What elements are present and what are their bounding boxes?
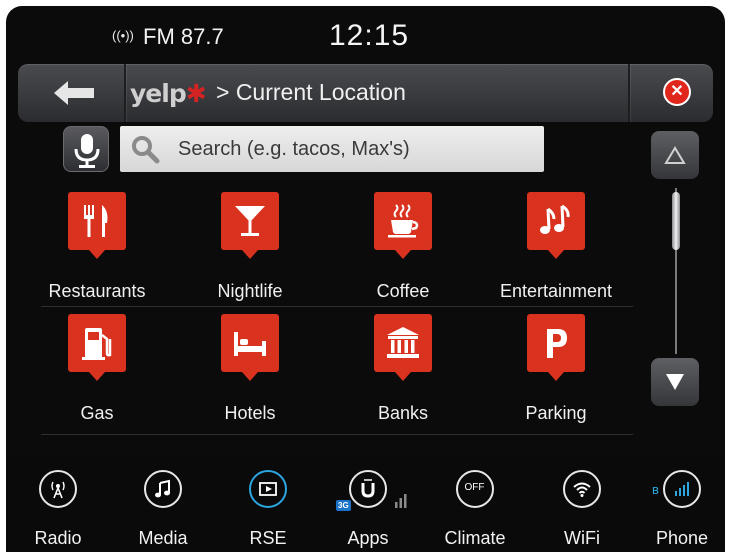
- title-divider: [124, 64, 126, 122]
- cocktail-icon: [235, 206, 265, 236]
- signal-bars-icon: [395, 494, 407, 508]
- antenna-icon: ((•)): [112, 28, 134, 43]
- wifi-icon: [563, 470, 601, 508]
- search-input[interactable]: Search (e.g. tacos, Max's): [120, 126, 544, 172]
- infotainment-screen: ((•)) FM 87.7 12:15 yelp✱ > Current Loca…: [6, 6, 725, 552]
- voice-search-button[interactable]: [63, 126, 109, 172]
- category-nightlife[interactable]: Nightlife: [177, 192, 317, 304]
- dock-climate[interactable]: OFF Climate: [435, 470, 515, 550]
- category-label: Nightlife: [217, 281, 283, 301]
- phone-signal-icon: [663, 470, 701, 508]
- dock-label: Radio: [34, 528, 82, 548]
- yelp-logo: yelp✱: [130, 79, 207, 108]
- radio-icon: [39, 470, 77, 508]
- dock-wifi[interactable]: WiFi: [542, 470, 622, 550]
- triangle-up-icon: [664, 146, 686, 164]
- scrollbar-thumb[interactable]: [672, 192, 680, 250]
- category-tile: [374, 314, 432, 381]
- bottom-dock: Radio Media RSE 3G Apps OFF Climate WiFi…: [6, 458, 725, 552]
- parking-icon: [547, 329, 567, 358]
- dock-label: WiFi: [564, 528, 600, 548]
- gas-pump-icon: [82, 328, 112, 360]
- category-parking[interactable]: Parking: [483, 314, 623, 426]
- dock-media[interactable]: Media: [123, 470, 203, 550]
- microphone-icon: [74, 134, 100, 168]
- coffee-cup-icon: [388, 204, 419, 238]
- dock-label: Phone: [655, 528, 709, 548]
- close-button[interactable]: ✕: [645, 72, 705, 114]
- search-placeholder: Search (e.g. tacos, Max's): [178, 138, 410, 160]
- music-note-icon: [540, 204, 570, 234]
- category-label: Parking: [525, 403, 587, 423]
- fork-knife-icon: [84, 205, 108, 237]
- triangle-down-icon: [666, 374, 684, 390]
- radio-station-label[interactable]: FM 87.7: [143, 24, 224, 50]
- category-tile: [68, 314, 126, 381]
- category-label: Entertainment: [499, 281, 613, 301]
- category-tile: [68, 192, 126, 259]
- category-label: Banks: [377, 403, 429, 423]
- dock-radio[interactable]: Radio: [18, 470, 98, 550]
- title-divider: [628, 64, 630, 122]
- title-bar: yelp✱ > Current Location ✕: [18, 64, 713, 122]
- dock-phone[interactable]: ʙ Phone: [642, 470, 722, 550]
- dock-label: Apps: [347, 528, 389, 548]
- category-label: Gas: [80, 403, 114, 423]
- row-divider: [41, 434, 633, 435]
- scroll-up-button[interactable]: [651, 131, 699, 179]
- dock-rse[interactable]: RSE: [228, 470, 308, 550]
- category-coffee[interactable]: Coffee: [330, 192, 470, 304]
- category-entertainment[interactable]: Entertainment: [483, 192, 623, 304]
- category-label: Coffee: [376, 281, 430, 301]
- category-restaurants[interactable]: Restaurants: [24, 192, 164, 304]
- clock: 12:15: [329, 19, 410, 52]
- dock-apps[interactable]: 3G Apps: [328, 470, 408, 550]
- category-tile: [221, 314, 279, 381]
- search-icon: [132, 136, 160, 164]
- off-icon: OFF: [456, 470, 494, 508]
- 3g-badge: 3G: [336, 500, 351, 511]
- bed-icon: [234, 332, 266, 356]
- close-icon: ✕: [663, 78, 691, 106]
- scroll-down-button[interactable]: [651, 358, 699, 406]
- category-hotels[interactable]: Hotels: [177, 314, 317, 426]
- category-tile: [527, 192, 585, 259]
- category-tile: [374, 192, 432, 259]
- bluetooth-icon: ʙ: [652, 482, 659, 497]
- status-bar: ((•)) FM 87.7 12:15: [6, 6, 725, 62]
- back-arrow-icon: [54, 81, 94, 105]
- category-label: Restaurants: [48, 281, 146, 301]
- category-label: Hotels: [224, 403, 276, 423]
- category-banks[interactable]: Banks: [330, 314, 470, 426]
- back-button[interactable]: [32, 74, 126, 112]
- category-tile: [527, 314, 585, 381]
- music-note-icon: [144, 470, 182, 508]
- uconnect-icon: [349, 470, 387, 508]
- play-screen-icon: [249, 470, 287, 508]
- dock-label: RSE: [249, 528, 287, 548]
- category-tile: [221, 192, 279, 259]
- category-gas[interactable]: Gas: [24, 314, 164, 426]
- row-divider: [41, 306, 633, 307]
- dock-label: Media: [138, 528, 188, 548]
- dock-label: Climate: [444, 528, 506, 548]
- bank-icon: [387, 327, 419, 358]
- page-title: > Current Location: [216, 79, 406, 105]
